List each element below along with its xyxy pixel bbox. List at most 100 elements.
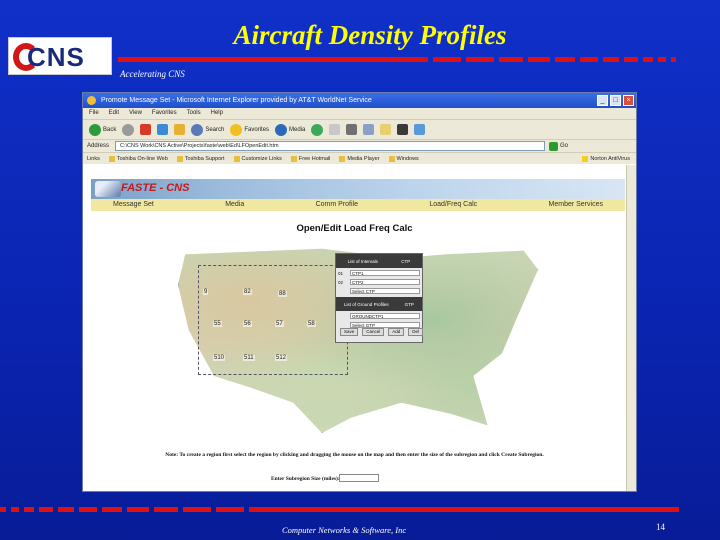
minimize-icon[interactable]: _ [597, 95, 608, 106]
menu-edit[interactable]: Edit [109, 108, 119, 119]
link-icon [290, 155, 297, 162]
link-windows[interactable]: Windows [388, 155, 419, 162]
ctp-select[interactable]: CTP2 [350, 279, 420, 285]
menu-tools[interactable]: Tools [187, 108, 201, 119]
address-bar: Address C:\CNS Work\CNS Active\Projects\… [83, 139, 636, 152]
logo-text: CNS [27, 42, 85, 72]
nav-load-freq-calc[interactable]: Load/Freq Calc [429, 199, 477, 211]
link-hotmail[interactable]: Free Hotmail [290, 155, 330, 162]
ctp-select[interactable]: Select CTP [350, 288, 420, 294]
address-input[interactable]: C:\CNS Work\CNS Active\Projects\faste\we… [115, 141, 546, 151]
popup-row: 02 CTP2 [336, 278, 422, 286]
link-icon [233, 155, 240, 162]
page-heading: Open/Edit Load Freq Calc [296, 223, 413, 234]
popup-row: GROUNDCTP1 [336, 312, 422, 320]
row-key: 02 [338, 279, 344, 285]
browser-window: Promote Message Set - Microsoft Internet… [82, 92, 637, 492]
vertical-scrollbar[interactable] [626, 165, 636, 491]
gtp-select[interactable]: GROUNDCTP1 [350, 313, 420, 319]
link-customize[interactable]: Customize Links [233, 155, 282, 162]
grid-cell[interactable]: 9 [203, 289, 209, 295]
cancel-button[interactable]: Cancel [362, 328, 385, 336]
research-icon[interactable] [414, 124, 426, 135]
save-button[interactable]: Save [340, 328, 359, 336]
nav-message-set[interactable]: Message Set [113, 199, 154, 211]
grid-cell[interactable]: 510 [213, 355, 226, 361]
nav-media[interactable]: Media [225, 199, 244, 211]
grid-cell[interactable]: 511 [243, 355, 255, 361]
favorites-button[interactable]: Favorites [230, 123, 270, 136]
forward-arrow-icon[interactable] [122, 123, 135, 136]
popup-row: Select CTP [336, 287, 422, 295]
star-icon [230, 123, 243, 136]
grid-cell[interactable]: 57 [275, 321, 284, 327]
close-icon[interactable]: × [623, 95, 634, 106]
popup-col-intervals: List of Intervals [347, 258, 378, 264]
footer-dash-line [0, 507, 720, 512]
grid-cell[interactable]: 56 [243, 321, 252, 327]
nav-comm-profile[interactable]: Comm Profile [316, 199, 358, 211]
popup-buttons: Save Cancel Add Del [340, 328, 424, 336]
app-name: FASTE - CNS [121, 182, 190, 194]
delete-button[interactable]: Del [408, 328, 424, 336]
ctp-select[interactable]: CTP1 [350, 270, 420, 276]
link-icon [339, 155, 346, 162]
menu-view[interactable]: View [129, 108, 142, 119]
app-nav: Message Set Media Comm Profile Load/Freq… [91, 199, 625, 211]
history-icon[interactable] [311, 123, 324, 136]
mail-icon[interactable] [329, 124, 341, 135]
back-arrow-icon [89, 123, 101, 136]
search-label: Search [205, 126, 225, 133]
menu-file[interactable]: File [89, 108, 99, 119]
links-label: Links [87, 155, 100, 162]
link-icon [108, 155, 115, 162]
home-icon[interactable] [174, 124, 186, 135]
subregion-label: Enter Subregion Size (miles): [271, 476, 340, 482]
link-icon [176, 155, 183, 162]
print-icon[interactable] [346, 124, 358, 135]
slide-title: Aircraft Density Profiles [233, 20, 507, 50]
aircraft-logo-icon [95, 181, 121, 197]
grid-cell[interactable]: 58 [307, 321, 316, 327]
grid-cell[interactable]: 88 [278, 291, 287, 297]
header-dash-line [118, 57, 718, 62]
link-toshiba-online[interactable]: Toshiba On-line Web [108, 155, 168, 162]
subregion-size-input[interactable] [339, 474, 379, 482]
go-button[interactable]: Go [549, 141, 569, 151]
window-controls: _ □ × [597, 95, 634, 106]
menu-help[interactable]: Help [211, 108, 223, 119]
link-toshiba-support[interactable]: Toshiba Support [176, 155, 225, 162]
web-page: FASTE - CNS Message Set Media Comm Profi… [83, 165, 636, 491]
grid-cell[interactable]: 82 [243, 289, 252, 295]
folder-icon[interactable] [380, 124, 392, 135]
refresh-icon[interactable] [157, 124, 169, 135]
menu-favorites[interactable]: Favorites [152, 108, 177, 119]
search-button[interactable]: Search [191, 123, 225, 136]
edit-icon[interactable] [363, 124, 375, 135]
popup-col-gtp: GTP [404, 301, 414, 307]
maximize-icon[interactable]: □ [610, 95, 621, 106]
media-button[interactable]: Media [275, 123, 306, 136]
instruction-note: Note: To create a region first select th… [165, 452, 544, 458]
messenger-icon[interactable] [397, 124, 409, 135]
links-bar: Links Toshiba On-line Web Toshiba Suppor… [83, 152, 636, 164]
go-label: Go [560, 143, 569, 149]
grid-cell[interactable]: 55 [213, 321, 222, 327]
browser-titlebar: Promote Message Set - Microsoft Internet… [83, 93, 636, 108]
tagline: Accelerating CNS [120, 69, 185, 79]
link-media-player[interactable]: Media Player [339, 155, 380, 162]
grid-cell[interactable]: 512 [275, 355, 288, 361]
nav-member-services[interactable]: Member Services [549, 199, 603, 211]
address-label: Address [87, 143, 110, 149]
app-banner: FASTE - CNS [91, 179, 625, 199]
page-number: 14 [656, 522, 665, 532]
favorites-label: Favorites [244, 126, 270, 133]
add-button[interactable]: Add [388, 328, 405, 336]
media-label: Media [289, 126, 306, 133]
search-icon [191, 123, 204, 136]
popup-section-header: List of Ground Profiles GTP [336, 297, 422, 311]
stop-icon[interactable] [140, 124, 152, 135]
back-button[interactable]: Back [89, 123, 116, 136]
norton-antivirus[interactable]: Norton AntiVirus [582, 155, 630, 162]
go-arrow-icon [549, 141, 559, 151]
